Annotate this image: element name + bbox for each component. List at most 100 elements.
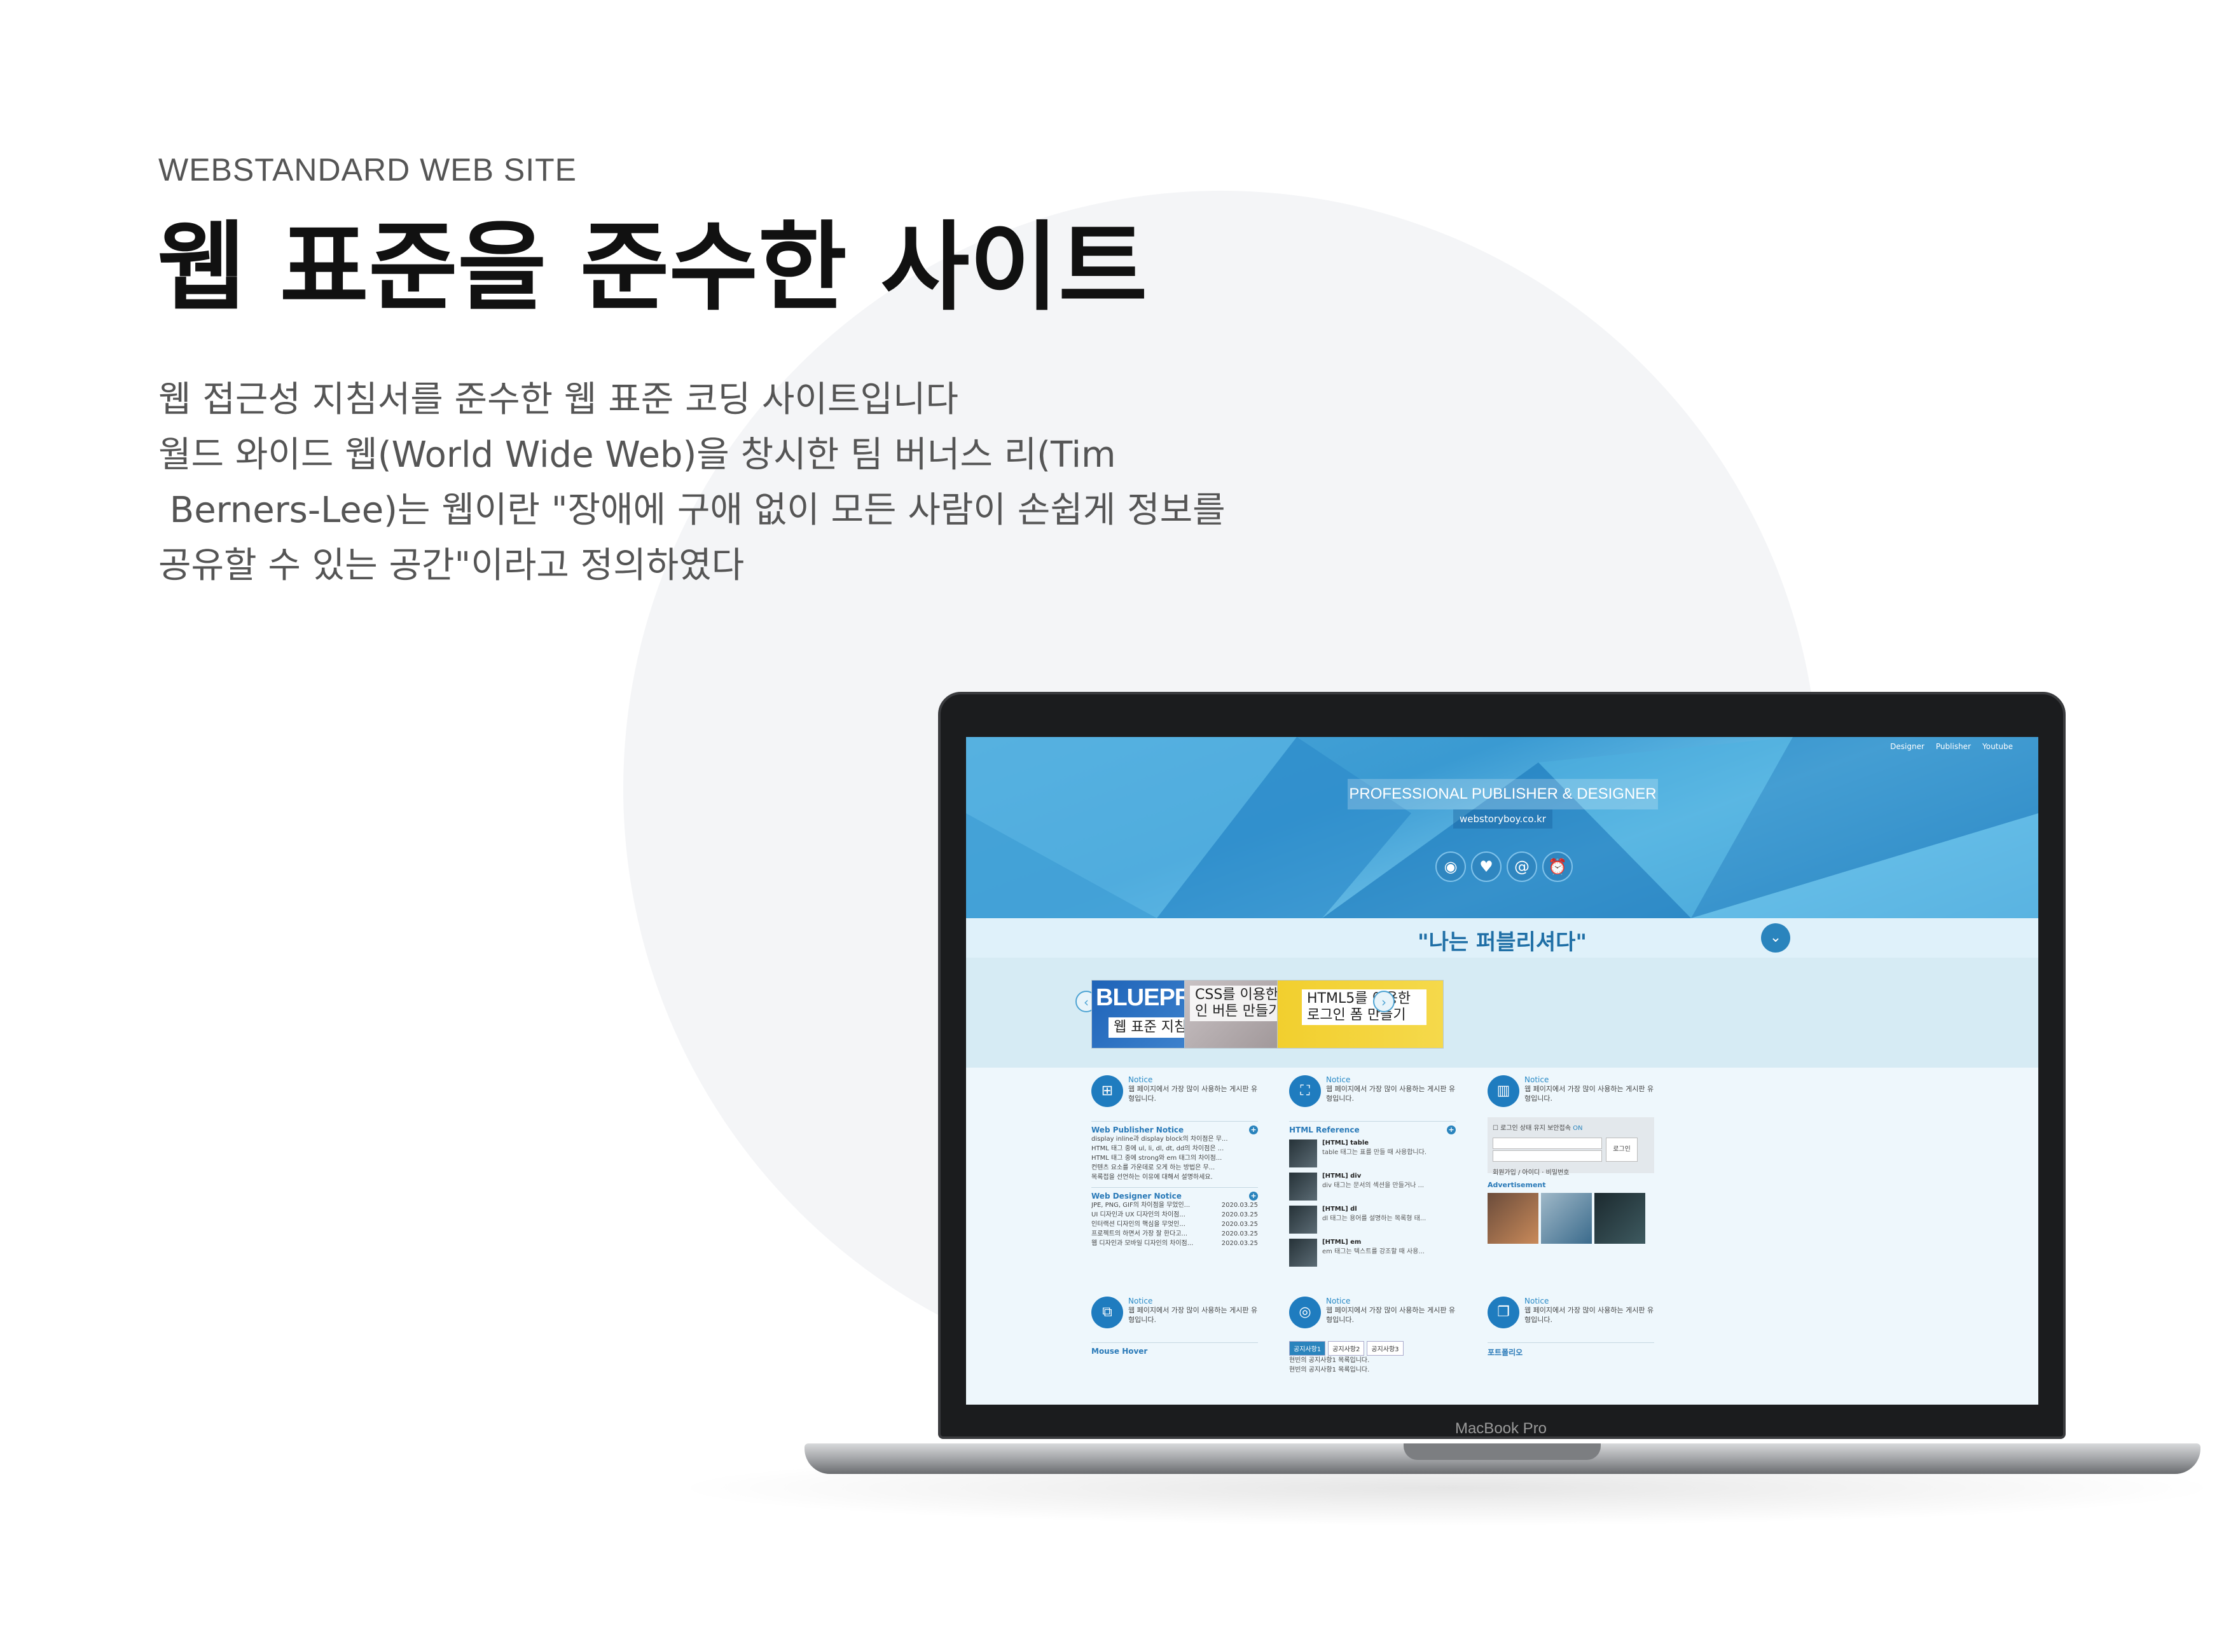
notice-head: ◎ Notice 웹 페이지에서 가장 많이 사용하는 게시판 유형입니다. xyxy=(1289,1297,1456,1328)
quote-bar: "나는 퍼블리셔다" ⌄ xyxy=(966,918,2038,958)
nav-publisher[interactable]: Publisher xyxy=(1936,742,1971,751)
notice-label: Notice xyxy=(1524,1297,1549,1305)
top-nav: Designer Publisher Youtube xyxy=(1890,742,2013,751)
list-item[interactable]: HTML 태그 중에 ul, li, dl, dt, dd의 차이점은 ... xyxy=(1091,1144,1258,1153)
column-portfolio: ❐ Notice 웹 페이지에서 가장 많이 사용하는 게시판 유형입니다. 포… xyxy=(1488,1297,1654,1358)
list-item-date: 2020.03.25 xyxy=(1221,1221,1258,1228)
list-item-date: 2020.03.25 xyxy=(1221,1230,1258,1237)
nav-designer[interactable]: Designer xyxy=(1890,742,1924,751)
id-input[interactable] xyxy=(1493,1138,1602,1149)
notice-label: Notice xyxy=(1128,1075,1153,1084)
chevron-right-icon[interactable]: › xyxy=(1373,991,1395,1012)
reference-thumbnail xyxy=(1289,1139,1317,1167)
notice-label: Notice xyxy=(1326,1297,1351,1305)
keep-login-label: 로그인 상태 유지 xyxy=(1500,1125,1545,1132)
list-item[interactable]: HTML 태그 중에 strong와 em 태그의 차이점... xyxy=(1091,1153,1258,1163)
reference-desc: div 태그는 문서의 섹션을 만들거나 ... xyxy=(1322,1182,1425,1189)
keep-login-checkbox[interactable]: ☐ xyxy=(1493,1125,1500,1132)
list-item[interactable]: 컨텐츠 요소를 가운데로 오게 하는 방법은 무... xyxy=(1091,1163,1258,1173)
list-item-text: 현빈의 공지사항1 목록입니다. xyxy=(1289,1366,1370,1373)
list-item-text: 현빈의 공지사항1 목록입니다. xyxy=(1289,1357,1370,1364)
site-hero: Designer Publisher Youtube PROFESSIONAL … xyxy=(966,737,2038,918)
layers-icon: ❐ xyxy=(1488,1297,1519,1328)
list-item[interactable]: UI 디자인과 UX 디자인의 차이점... 2020.03.25 xyxy=(1091,1210,1258,1220)
tab-notice-1[interactable]: 공지사항1 xyxy=(1289,1341,1326,1356)
secure-state[interactable]: ON xyxy=(1573,1125,1582,1132)
hero-title: PROFESSIONAL PUBLISHER & DESIGNER xyxy=(1348,779,1658,809)
list-item-text: HTML 태그 중에 strong와 em 태그의 차이점... xyxy=(1091,1155,1222,1162)
list-item-text: UI 디자인과 UX 디자인의 차이점... xyxy=(1091,1211,1185,1218)
plus-square-icon: ⊞ xyxy=(1091,1075,1123,1107)
nav-youtube[interactable]: Youtube xyxy=(1982,742,2013,751)
reference-item[interactable]: [HTML] em em 태그는 텍스트를 강조할 때 사용... xyxy=(1289,1239,1456,1267)
target-icon[interactable]: ◉ xyxy=(1435,851,1466,882)
list-item[interactable]: 목록접을 선언하는 이유에 대해서 설명하세요. xyxy=(1091,1173,1258,1182)
notice-tabs: 공지사항1 공지사항2 공지사항3 xyxy=(1289,1341,1456,1356)
notice-desc: 웹 페이지에서 가장 많이 사용하는 게시판 유형입니다. xyxy=(1524,1085,1654,1103)
list-item[interactable]: 현빈의 공지사항1 목록입니다. xyxy=(1289,1365,1456,1375)
list-item-text: display inline과 display block의 차이점은 무... xyxy=(1091,1136,1228,1143)
list-item-date: 2020.03.25 xyxy=(1221,1211,1258,1218)
description: 웹 접근성 지침서를 준수한 웹 표준 코딩 사이트입니다 월드 와이드 웹(W… xyxy=(158,372,1278,593)
chart-icon: ▥ xyxy=(1488,1075,1519,1107)
reference-desc: em 태그는 텍스트를 강조할 때 사용... xyxy=(1322,1248,1425,1255)
device-label: MacBook Pro xyxy=(1454,1420,1547,1437)
description-line: 월드 와이드 웹(World Wide Web)을 창시한 팀 버너스 리(Ti… xyxy=(158,434,1116,476)
page-title: 웹 표준을 준수한 사이트 xyxy=(157,211,1148,324)
html-reference-label: HTML Reference xyxy=(1289,1125,1360,1134)
ad-image[interactable] xyxy=(1488,1193,1538,1244)
password-input[interactable] xyxy=(1493,1150,1602,1162)
alarm-icon[interactable]: ⏰ xyxy=(1542,851,1573,882)
login-button[interactable]: 로그인 xyxy=(1606,1138,1638,1162)
slider: ‹ BLUEPRINTS 웹 표준 지침서 보기 CSS를 이용한 입체적인 버… xyxy=(966,958,2038,1068)
reference-title: [HTML] table xyxy=(1322,1139,1369,1146)
ad-image[interactable] xyxy=(1594,1193,1645,1244)
slide-card[interactable]: HTML5를 이용한 로그인 폼 만들기 xyxy=(1277,980,1444,1049)
plus-icon[interactable]: + xyxy=(1447,1125,1456,1134)
list-item[interactable]: 웹 디자인과 모바일 디자인의 차이점... 2020.03.25 xyxy=(1091,1239,1258,1248)
mouse-hover-title: Mouse Hover xyxy=(1091,1342,1258,1356)
notice-label: Notice xyxy=(1128,1297,1153,1305)
tab-notice-3[interactable]: 공지사항3 xyxy=(1367,1341,1404,1356)
list-item[interactable]: 인터랙션 디자인의 핵심을 무엇인... 2020.03.25 xyxy=(1091,1220,1258,1229)
publisher-notice-title: Web Publisher Notice + xyxy=(1091,1121,1258,1134)
chevron-down-icon[interactable]: ⌄ xyxy=(1761,923,1790,953)
at-icon[interactable]: @ xyxy=(1507,851,1537,882)
notice-head: ⊞ Notice 웹 페이지에서 가장 많이 사용하는 게시판 유형입니다. xyxy=(1091,1075,1258,1107)
reference-item[interactable]: [HTML] table table 태그는 표를 만들 때 사용합니다. xyxy=(1289,1139,1456,1167)
plus-icon[interactable]: + xyxy=(1249,1192,1258,1201)
list-item[interactable]: display inline과 display block의 차이점은 무... xyxy=(1091,1134,1258,1144)
plus-icon[interactable]: + xyxy=(1249,1125,1258,1134)
laptop-notch xyxy=(1404,1443,1601,1460)
content-area: ⊞ Notice 웹 페이지에서 가장 많이 사용하는 게시판 유형입니다. W… xyxy=(966,1068,2038,1405)
reference-item[interactable]: [HTML] dl dl 태그는 용어를 설명하는 목록형 태... xyxy=(1289,1206,1456,1234)
list-item-text: JPE, PNG, GIF의 차이점을 무었인... xyxy=(1091,1202,1191,1209)
list-item-text: 컨텐츠 요소를 가운데로 오게 하는 방법은 무... xyxy=(1091,1164,1215,1171)
notice-desc: 웹 페이지에서 가장 많이 사용하는 게시판 유형입니다. xyxy=(1524,1306,1654,1324)
reference-item[interactable]: [HTML] div div 태그는 문서의 섹션을 만들거나 ... xyxy=(1289,1173,1456,1201)
notice-head: ⛶ Notice 웹 페이지에서 가장 많이 사용하는 게시판 유형입니다. xyxy=(1289,1075,1456,1107)
eyebrow-text: WEBSTANDARD WEB SITE xyxy=(158,152,577,188)
list-item[interactable]: 현빈의 공지사항1 목록입니다. xyxy=(1289,1356,1456,1365)
column-reference: ⛶ Notice 웹 페이지에서 가장 많이 사용하는 게시판 유형입니다. H… xyxy=(1289,1075,1456,1267)
column-hover: ⧉ Notice 웹 페이지에서 가장 많이 사용하는 게시판 유형입니다. M… xyxy=(1091,1297,1258,1356)
ad-image[interactable] xyxy=(1541,1193,1592,1244)
laptop-screen: Designer Publisher Youtube PROFESSIONAL … xyxy=(966,737,2038,1405)
heart-icon[interactable]: ♥ xyxy=(1471,851,1502,882)
hero-url[interactable]: webstoryboy.co.kr xyxy=(1453,809,1552,829)
notice-desc: 웹 페이지에서 가장 많이 사용하는 게시판 유형입니다. xyxy=(1326,1085,1456,1103)
list-item-text: HTML 태그 중에 ul, li, dl, dt, dd의 차이점은 ... xyxy=(1091,1145,1224,1152)
reference-thumbnail xyxy=(1289,1206,1317,1234)
list-item[interactable]: 프로젝트의 하면서 가장 잘 한다고... 2020.03.25 xyxy=(1091,1229,1258,1239)
reference-title: [HTML] div xyxy=(1322,1173,1362,1180)
slide-caption: HTML5를 이용한 로그인 폼 만들기 xyxy=(1302,989,1426,1025)
tab-notice-2[interactable]: 공지사항2 xyxy=(1328,1341,1365,1356)
list-item-date: 2020.03.25 xyxy=(1221,1240,1258,1247)
reference-desc: dl 태그는 용어를 설명하는 목록형 태... xyxy=(1322,1215,1426,1222)
description-line: 웹 접근성 지침서를 준수한 웹 표준 코딩 사이트입니다 xyxy=(158,379,959,420)
list-item[interactable]: JPE, PNG, GIF의 차이점을 무었인... 2020.03.25 xyxy=(1091,1201,1258,1210)
column-publisher: ⊞ Notice 웹 페이지에서 가장 많이 사용하는 게시판 유형입니다. W… xyxy=(1091,1075,1258,1248)
login-links[interactable]: 회원가입 / 아이디 · 비밀번호 xyxy=(1493,1167,1569,1176)
reference-thumbnail xyxy=(1289,1173,1317,1201)
description-line: Berners-Lee)는 웹이란 "장애에 구애 없이 모든 사람이 손쉽게 … xyxy=(158,490,1226,531)
